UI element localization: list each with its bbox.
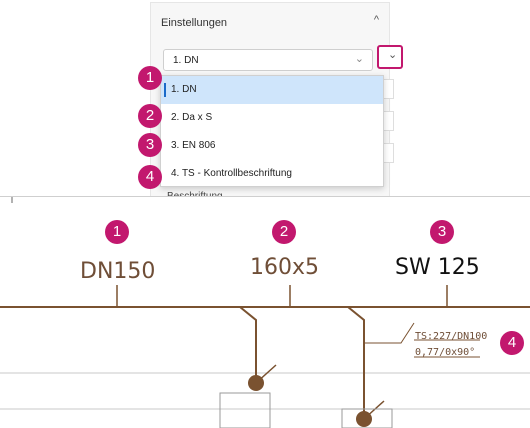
chevron-down-icon: ⌄ <box>388 49 398 61</box>
dropdown-option-da-x-s[interactable]: 2. Da x S <box>161 104 383 132</box>
label-160x5: 160x5 <box>250 255 320 280</box>
pipe-node-2 <box>356 411 372 427</box>
settings-title: Einstellungen <box>161 17 228 29</box>
dropdown-option-ts-kontrollbeschriftung[interactable]: 4. TS - Kontrollbeschriftung <box>161 160 383 188</box>
select-value: 1. DN <box>173 55 199 66</box>
label-type-select[interactable]: 1. DN ⌄ <box>163 49 373 71</box>
marker-3: 3 <box>430 220 454 244</box>
label-type-dropdown: 1. DN 2. Da x S 3. EN 806 4. TS - Kontro… <box>160 75 384 187</box>
control-label-line2: 0,77/0x90° <box>415 347 476 358</box>
marker-1: 1 <box>105 220 129 244</box>
chevron-down-icon: ⌄ <box>354 53 364 65</box>
selection-indicator <box>164 83 166 97</box>
marker-2: 2 <box>272 220 296 244</box>
label-sw125: SW 125 <box>395 255 480 280</box>
marker-4: 4 <box>138 165 162 189</box>
branch-pipe-1 <box>239 306 257 383</box>
label-dn150: DN150 <box>80 259 156 284</box>
option-label: 2. Da x S <box>171 112 213 123</box>
option-label: 3. EN 806 <box>171 140 216 151</box>
marker-3: 3 <box>138 133 162 157</box>
option-label: 1. DN <box>171 84 197 95</box>
option-label: 4. TS - Kontrollbeschriftung <box>171 168 292 179</box>
dropdown-toggle-button[interactable]: ⌄ <box>377 45 403 69</box>
collapse-chevron-icon[interactable]: ^ <box>374 14 379 26</box>
dropdown-option-en-806[interactable]: 3. EN 806 <box>161 132 383 160</box>
marker-4: 4 <box>500 331 524 355</box>
marker-2: 2 <box>138 104 162 128</box>
pipe-node-1 <box>248 375 264 391</box>
control-label-line1: TS:227/DN100 <box>415 331 488 342</box>
cad-drawing: DN150 160x5 SW 125 TS:227/DN100 0,77/0x9… <box>0 196 530 428</box>
dropdown-option-dn[interactable]: 1. DN <box>161 76 383 104</box>
branch-pipe-2 <box>347 306 365 419</box>
marker-1: 1 <box>138 66 162 90</box>
